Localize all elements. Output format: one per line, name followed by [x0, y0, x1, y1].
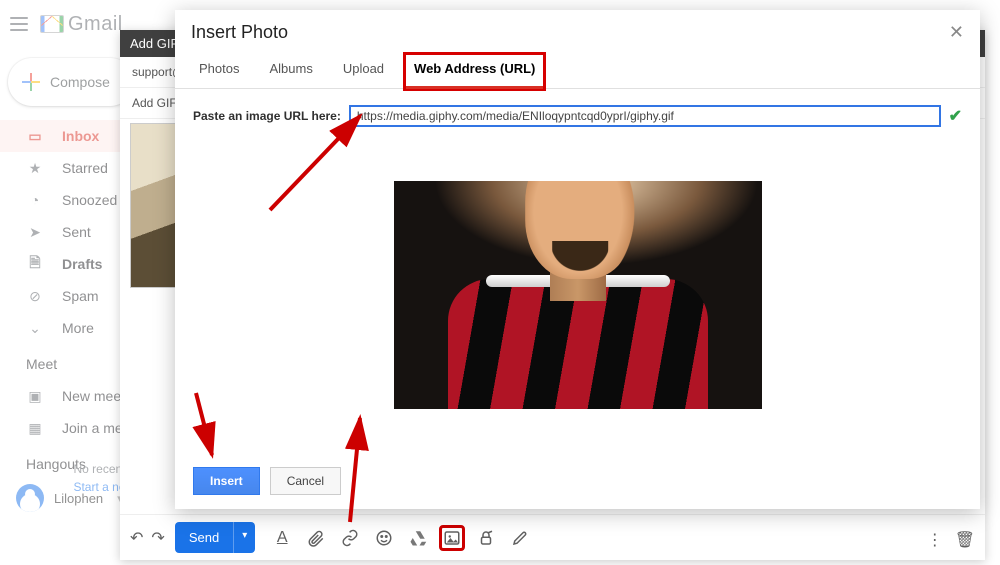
gmail-m-icon — [40, 15, 64, 33]
format-icon[interactable]: A — [269, 525, 295, 551]
tab-web-address[interactable]: Web Address (URL) — [406, 55, 543, 89]
sidebar-label: Snoozed — [62, 192, 117, 208]
send-label[interactable]: Send — [175, 522, 233, 553]
url-input[interactable] — [349, 105, 941, 127]
compose-toolbar: ↶ ↷ Send ▾ A — [120, 514, 985, 560]
tab-albums[interactable]: Albums — [261, 55, 320, 88]
url-label: Paste an image URL here: — [193, 109, 341, 123]
sidebar-label: Starred — [62, 160, 108, 176]
drive-icon[interactable] — [405, 525, 431, 551]
newmeeting-icon: ▣ — [26, 388, 44, 405]
tab-url-highlight: Web Address (URL) — [403, 52, 546, 91]
gmail-logo[interactable]: Gmail — [40, 13, 123, 36]
spam-icon: ⊘ — [26, 288, 44, 305]
star-icon: ★ — [26, 160, 44, 177]
sent-icon: ➤ — [26, 224, 44, 241]
inbox-icon: ▭ — [26, 128, 44, 145]
undo-icon[interactable]: ↶ — [130, 528, 143, 548]
insert-button[interactable]: Insert — [193, 467, 260, 495]
tab-upload[interactable]: Upload — [335, 55, 392, 88]
snooze-icon: ◔ — [26, 192, 44, 208]
compose-label: Compose — [50, 74, 110, 90]
confidential-icon[interactable] — [473, 525, 499, 551]
more-icon: ⌄ — [26, 320, 44, 337]
send-more-icon[interactable]: ▾ — [233, 522, 255, 553]
draft-icon: 🗎 — [26, 252, 44, 276]
tab-photos[interactable]: Photos — [191, 55, 247, 88]
insert-photo-icon[interactable] — [439, 525, 465, 551]
sidebar-label: Sent — [62, 224, 91, 240]
sidebar-label: More — [62, 320, 94, 336]
more-options-icon[interactable]: ⋮ — [927, 530, 943, 550]
plus-icon — [22, 73, 40, 91]
attach-icon[interactable] — [303, 525, 329, 551]
image-preview — [394, 181, 762, 409]
redo-icon[interactable]: ↷ — [151, 528, 164, 548]
sidebar-label: Inbox — [62, 128, 99, 144]
valid-check-icon: ✔ — [949, 106, 962, 126]
modal-tabs: Photos Albums Upload Web Address (URL) — [175, 43, 980, 89]
gmail-text: Gmail — [68, 13, 123, 36]
sidebar-label: Spam — [62, 288, 99, 304]
modal-title: Insert Photo — [191, 22, 288, 43]
discard-icon[interactable]: 🗑 — [955, 530, 975, 550]
send-button[interactable]: Send ▾ — [175, 522, 255, 553]
close-icon[interactable]: ✕ — [949, 22, 964, 43]
link-icon[interactable] — [337, 525, 363, 551]
emoji-icon[interactable] — [371, 525, 397, 551]
compose-button[interactable]: Compose — [8, 58, 134, 106]
signature-icon[interactable] — [507, 525, 533, 551]
main-menu-icon[interactable] — [10, 17, 28, 31]
sidebar-label: Drafts — [62, 256, 102, 272]
cancel-button[interactable]: Cancel — [270, 467, 341, 495]
insert-photo-modal: Insert Photo ✕ Photos Albums Upload Web … — [175, 10, 980, 509]
joinmeeting-icon: ▦ — [26, 420, 44, 437]
